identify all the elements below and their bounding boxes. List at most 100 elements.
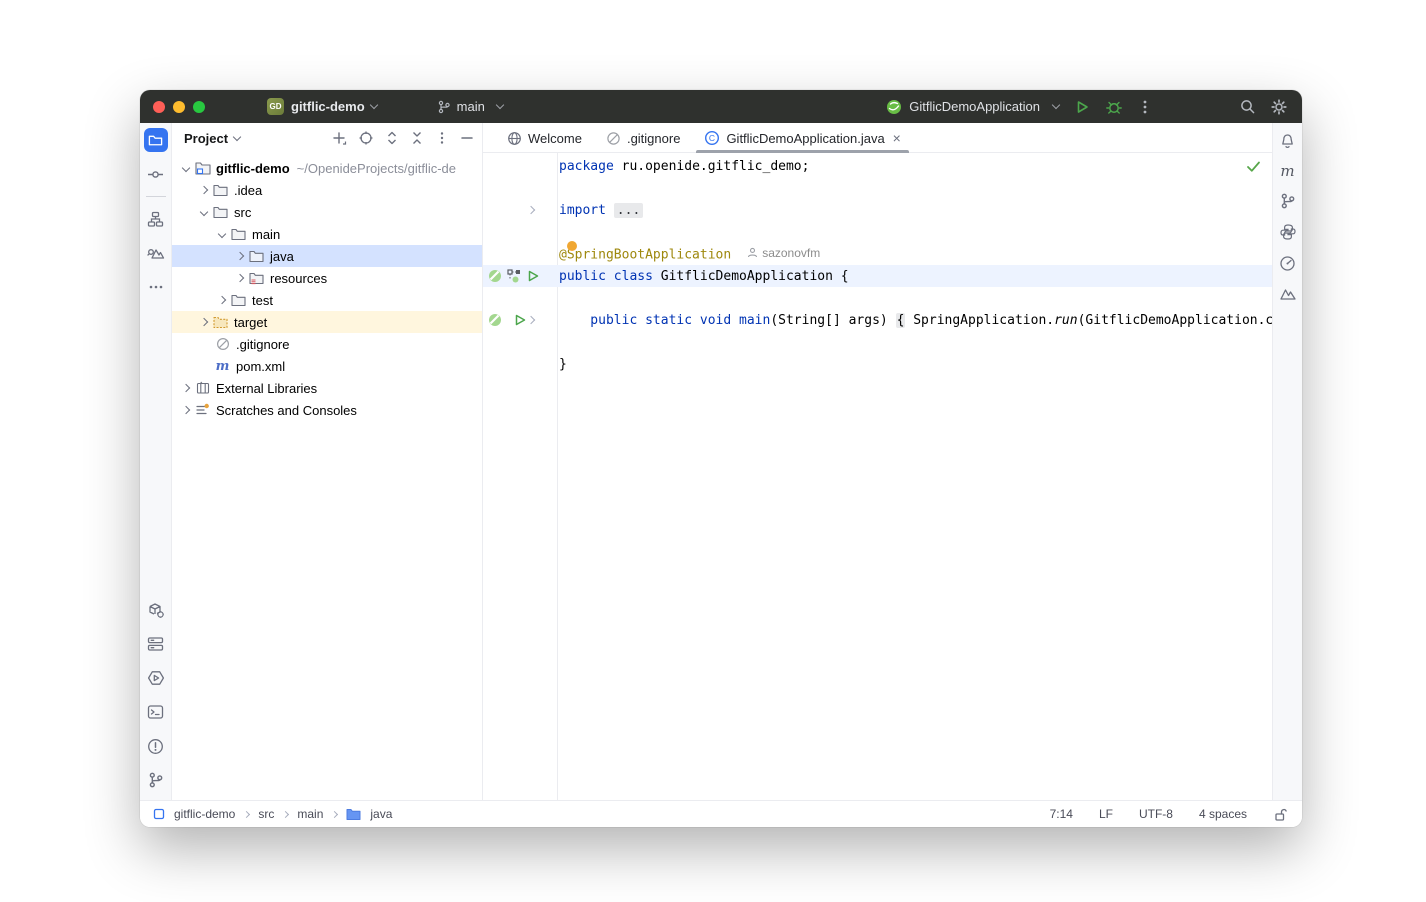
tree-row-idea[interactable]: .idea	[172, 179, 482, 201]
project-panel-title[interactable]: Project	[184, 131, 228, 146]
problems-toolwindow-button[interactable]	[144, 734, 168, 758]
breadcrumb-item[interactable]: main	[297, 807, 323, 821]
python-packages-icon[interactable]	[1279, 223, 1297, 241]
expand-all-icon[interactable]	[385, 130, 399, 146]
run-configuration-selector[interactable]: GitflicDemoApplication	[886, 99, 1061, 115]
folder-icon	[212, 184, 229, 197]
folded-imports[interactable]: ...	[613, 202, 644, 218]
folder-icon	[230, 228, 247, 241]
tree-row-test[interactable]: test	[172, 289, 482, 311]
run-configuration-name: GitflicDemoApplication	[909, 99, 1040, 114]
fold-chevron-icon[interactable]	[526, 315, 536, 325]
chevron-right-icon	[199, 317, 209, 327]
toolbar-divider	[145, 196, 166, 197]
breadcrumb: gitflic-demo src main java	[153, 807, 392, 821]
dependencies-graph-icon[interactable]	[1280, 193, 1295, 209]
chevron-down-icon	[369, 100, 378, 110]
hide-panel-icon[interactable]	[460, 131, 474, 145]
panel-options-kebab-icon[interactable]	[435, 131, 449, 145]
line-separator-widget[interactable]: LF	[1099, 807, 1113, 821]
tab-label: .gitignore	[626, 130, 681, 146]
spring-bean-gutter-icon[interactable]	[488, 313, 502, 327]
tree-row-target[interactable]: target	[172, 311, 482, 333]
code-author-inlay[interactable]: sazonovfm	[747, 246, 820, 260]
chevron-right-icon	[235, 273, 245, 283]
tree-row-resources[interactable]: resources	[172, 267, 482, 289]
debug-button[interactable]	[1105, 98, 1123, 116]
settings-gear-icon[interactable]	[1270, 98, 1288, 116]
more-actions-kebab-icon[interactable]	[1137, 99, 1153, 115]
chevron-right-icon	[181, 383, 191, 393]
toolwindow-widget-icon[interactable]	[153, 808, 165, 820]
git-branch-widget[interactable]: main	[437, 99, 505, 114]
code-editor[interactable]: package ru.openide.gitflic_demo; import …	[483, 153, 1272, 800]
branch-name: main	[456, 99, 485, 114]
unlocked-icon[interactable]	[1273, 807, 1288, 822]
structure-toolwindow-button[interactable]	[144, 207, 168, 231]
tree-row-src[interactable]: src	[172, 201, 482, 223]
tree-row-pom[interactable]: m pom.xml	[172, 355, 482, 377]
gutter	[483, 243, 559, 265]
tree-item-label: .idea	[234, 182, 263, 198]
tree-item-label: target	[234, 314, 268, 330]
run-main-gutter-icon[interactable]	[513, 313, 527, 327]
library-icon	[194, 381, 211, 395]
git-toolwindow-button[interactable]	[144, 768, 168, 792]
tree-row-scratches[interactable]: Scratches and Consoles	[172, 399, 482, 421]
folder-icon	[148, 135, 163, 145]
notifications-bell-icon[interactable]	[1279, 133, 1296, 150]
folded-method-body[interactable]: {	[895, 312, 906, 328]
services-toolwindow-button[interactable]	[144, 632, 168, 656]
add-icon[interactable]	[332, 131, 347, 146]
git-branch-icon	[149, 772, 163, 788]
gutter	[483, 353, 559, 375]
inspections-ok-check-icon[interactable]	[1246, 160, 1261, 173]
project-toolwindow-button[interactable]	[143, 128, 168, 152]
tab-gitflicdemoapplication[interactable]: C GitflicDemoApplication.java ×	[692, 123, 912, 153]
tree-row-gitignore[interactable]: .gitignore	[172, 333, 482, 355]
project-name-widget[interactable]: gitflic-demo	[291, 99, 365, 114]
breadcrumb-item[interactable]: java	[370, 807, 392, 821]
search-everywhere-icon[interactable]	[1239, 98, 1256, 115]
terminal-icon	[147, 705, 164, 719]
run-toolwindow-button[interactable]	[144, 666, 168, 690]
coverage-mountains-icon[interactable]	[1279, 286, 1297, 301]
minimize-window-button[interactable]	[173, 100, 185, 113]
breadcrumb-item[interactable]: gitflic-demo	[174, 807, 235, 821]
tree-row-project-root[interactable]: gitflic-demo ~/OpenideProjects/gitflic-d…	[172, 157, 482, 179]
zoom-window-button[interactable]	[193, 100, 205, 113]
close-window-button[interactable]	[153, 100, 165, 113]
commit-toolwindow-button[interactable]	[144, 162, 168, 186]
terminal-toolwindow-button[interactable]	[144, 700, 168, 724]
collapse-all-icon[interactable]	[410, 130, 424, 146]
gutter	[483, 199, 559, 221]
tree-item-label: External Libraries	[216, 380, 318, 396]
spring-bean-gutter-icon[interactable]	[488, 269, 502, 283]
more-toolwindows-button[interactable]	[144, 275, 168, 299]
profiler-gauge-icon[interactable]	[1279, 255, 1296, 272]
fold-chevron-icon[interactable]	[526, 205, 536, 215]
run-class-gutter-icon[interactable]	[526, 269, 540, 283]
chevron-right-icon	[199, 185, 209, 195]
maven-toolwindow-button[interactable]: m	[1280, 164, 1294, 179]
bean-dependencies-gutter-icon[interactable]	[507, 269, 521, 283]
annotation-marker-dot	[567, 241, 577, 251]
encoding-widget[interactable]: UTF-8	[1139, 807, 1173, 821]
caret-position-widget[interactable]: 7:14	[1050, 807, 1073, 821]
find-toolwindow-button[interactable]	[144, 241, 168, 265]
tree-item-label: java	[270, 248, 294, 264]
breadcrumb-item[interactable]: src	[258, 807, 274, 821]
tree-row-external-libraries[interactable]: External Libraries	[172, 377, 482, 399]
tree-row-java[interactable]: java	[172, 245, 482, 267]
tree-row-main[interactable]: main	[172, 223, 482, 245]
locate-file-icon[interactable]	[358, 130, 374, 146]
project-tool-window: Project gitflic-demo ~/OpenideProjects/g…	[172, 123, 483, 800]
code-line: }	[483, 353, 1272, 375]
indent-widget[interactable]: 4 spaces	[1199, 807, 1247, 821]
build-toolwindow-button[interactable]	[144, 598, 168, 622]
run-button[interactable]	[1073, 98, 1091, 116]
close-tab-icon[interactable]: ×	[893, 131, 901, 145]
tab-welcome[interactable]: Welcome	[495, 123, 594, 153]
tab-gitignore[interactable]: .gitignore	[594, 123, 692, 153]
services-icon	[147, 637, 164, 651]
